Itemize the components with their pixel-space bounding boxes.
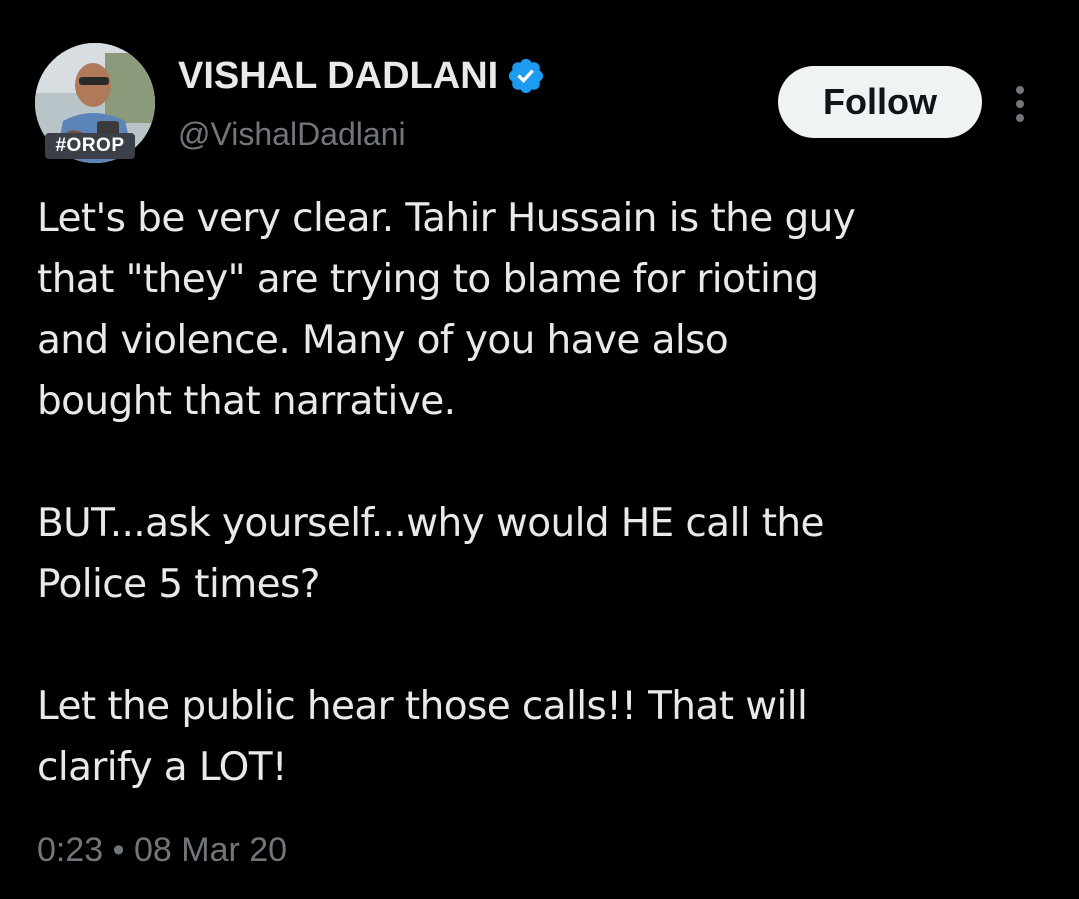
author-handle[interactable]: @VishalDadlani: [178, 114, 406, 154]
tweet-paragraph: Let's be very clear. Tahir Hussain is th…: [37, 196, 856, 424]
timestamp-separator: •: [112, 831, 125, 869]
tweet-date[interactable]: 08 Mar 20: [134, 831, 287, 869]
tweet-text: Let's be very clear. Tahir Hussain is th…: [37, 188, 1047, 798]
tweet-paragraph: Let the public hear those calls!! That w…: [37, 684, 808, 790]
more-vertical-icon[interactable]: [1008, 84, 1032, 124]
tweet-time[interactable]: 0:23: [37, 831, 103, 869]
avatar-badge: #OROP: [45, 133, 135, 159]
verified-badge-icon: [509, 58, 544, 94]
tweet-timestamp[interactable]: 0:23 • 08 Mar 20: [37, 826, 287, 874]
author-display-name[interactable]: VISHAL DADLANI: [178, 54, 498, 98]
follow-button[interactable]: Follow: [778, 66, 982, 138]
author-name-row[interactable]: VISHAL DADLANI: [178, 54, 546, 98]
tweet-paragraph: BUT...ask yourself...why would HE call t…: [37, 501, 825, 607]
